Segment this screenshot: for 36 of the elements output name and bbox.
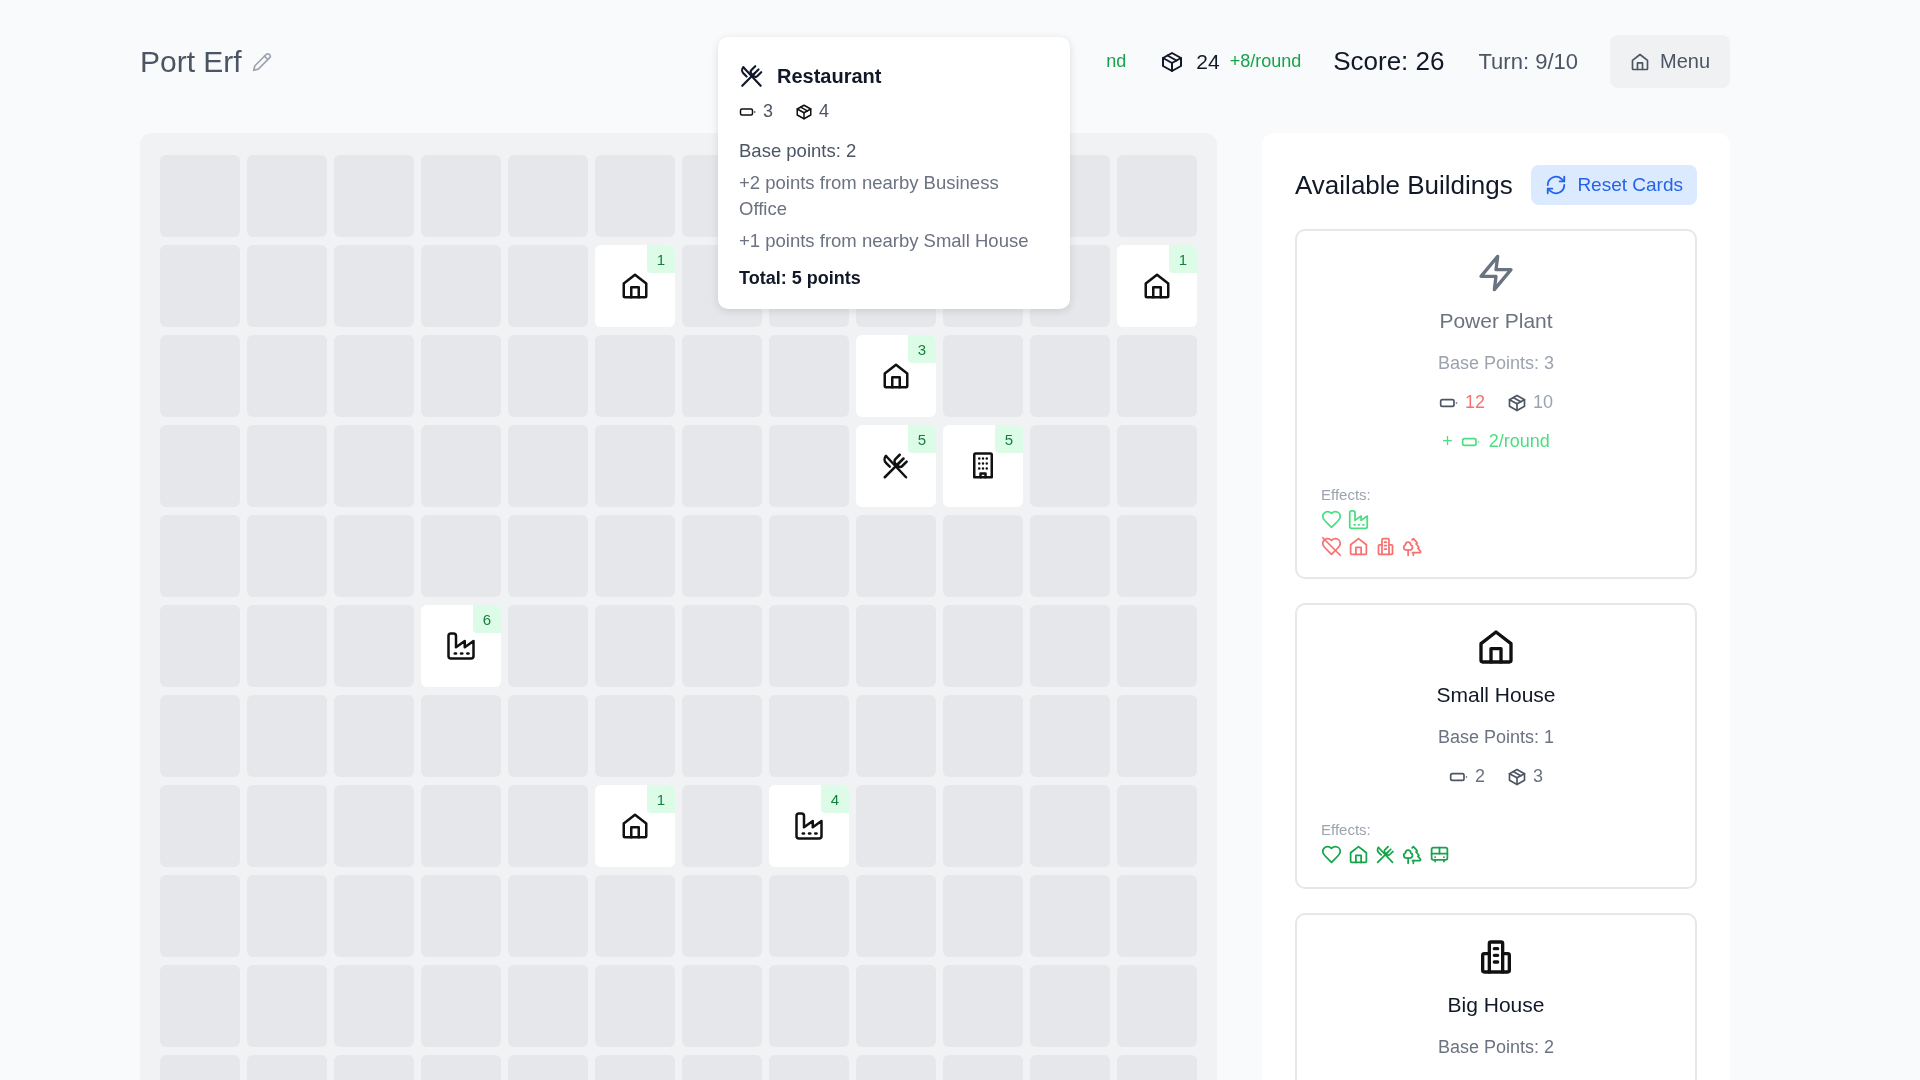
base-points: Base Points: 3	[1437, 353, 1555, 374]
building-name: Big House	[1447, 993, 1545, 1017]
materials-cost: 3	[1533, 766, 1543, 787]
materials-cost: 10	[1533, 392, 1554, 413]
materials-value: 24	[1196, 49, 1220, 74]
points-badge: 1	[1169, 245, 1197, 273]
panel-title: Available Buildings	[1295, 169, 1513, 201]
points-badge: 3	[908, 335, 936, 363]
base-points: Base points: 2	[739, 139, 858, 163]
materials-cost: 4	[819, 101, 830, 122]
energy-cost: 2	[1475, 766, 1485, 787]
base-points: Base Points: 1	[1437, 727, 1555, 748]
bonus-text: +1 points from nearby Small House	[739, 228, 1030, 253]
plus-sign: +	[1442, 431, 1453, 452]
total-points: Total: 5 points	[739, 267, 862, 289]
turn-text: Turn: 9/10	[1478, 48, 1578, 75]
bonus-text: +2 points from nearby Business Office	[739, 170, 1000, 221]
points-badge: 5	[995, 425, 1023, 453]
tooltip-title: Restaurant	[777, 64, 882, 88]
effects-label: Effects:	[1321, 486, 1372, 503]
points-badge: 5	[908, 425, 936, 453]
points-badge: 1	[647, 785, 675, 813]
points-badge: 1	[647, 245, 675, 273]
building-name: Power Plant	[1439, 309, 1553, 333]
energy-cost: 3	[763, 101, 773, 122]
base-points: Base Points: 2	[1437, 1037, 1555, 1058]
rate-text: nd	[1106, 51, 1127, 72]
points-badge: 4	[821, 785, 849, 813]
city-name: Port Erf	[140, 44, 242, 79]
effects-label: Effects:	[1321, 821, 1372, 838]
production-rate: 2/round	[1488, 431, 1550, 452]
score-text: Score: 26	[1333, 46, 1445, 77]
points-badge: 6	[473, 605, 501, 633]
energy-cost: 12	[1464, 392, 1485, 413]
building-name: Small House	[1436, 683, 1556, 707]
materials-rate: +8/round	[1229, 51, 1302, 72]
